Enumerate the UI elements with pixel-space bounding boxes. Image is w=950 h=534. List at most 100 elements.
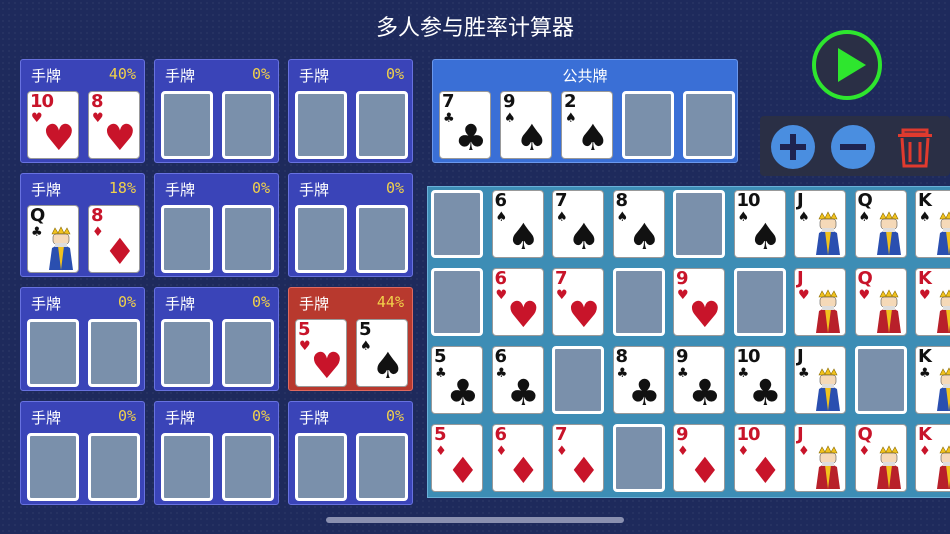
playing-card[interactable]: Q ♣ [27, 205, 79, 273]
face-card-figure-icon [876, 289, 901, 333]
hand-label: 手牌 [165, 295, 196, 313]
empty-card-slot[interactable] [295, 91, 347, 159]
playing-card[interactable]: 8 ♠ ♠ [612, 190, 665, 258]
hand-label: 手牌 [299, 295, 330, 313]
playing-card[interactable]: 9 ♦ ♦ [673, 424, 725, 492]
card-rank: K [918, 346, 932, 367]
play-button[interactable] [812, 30, 882, 100]
playing-card[interactable]: J ♦ [794, 424, 846, 492]
playing-card[interactable]: 5 ♠ ♠ [356, 319, 408, 387]
empty-card-slot[interactable] [27, 433, 79, 501]
empty-card-slot[interactable] [161, 433, 213, 501]
hand-panel[interactable]: 手牌 0% [20, 287, 145, 391]
empty-card-slot[interactable] [622, 91, 674, 159]
empty-card-slot[interactable] [854, 346, 907, 414]
hand-panel[interactable]: 手牌 18% Q ♣ 8 ♦ ♦ [20, 173, 145, 277]
win-percentage: 0% [385, 407, 404, 425]
hand-panel[interactable]: 手牌 0% [288, 173, 413, 277]
plus-icon [771, 125, 815, 169]
playing-card[interactable]: Q ♥ [854, 268, 907, 336]
empty-card-slot[interactable] [356, 91, 408, 159]
empty-card-slot[interactable] [356, 433, 408, 501]
playing-card[interactable]: Q ♦ [854, 424, 907, 492]
playing-card[interactable]: 7 ♣ ♣ [439, 91, 491, 159]
delete-button[interactable] [892, 124, 938, 170]
empty-card-slot[interactable] [356, 205, 408, 273]
diamonds-suit-icon: ♦ [737, 444, 750, 459]
playing-card[interactable]: J ♣ [794, 346, 846, 414]
empty-card-slot[interactable] [733, 268, 786, 336]
playing-card[interactable]: 2 ♠ ♠ [561, 91, 613, 159]
playing-card[interactable]: 9 ♣ ♣ [673, 346, 725, 414]
playing-card[interactable]: Q ♠ [854, 190, 907, 258]
playing-card[interactable]: 9 ♠ ♠ [500, 91, 552, 159]
empty-card-slot[interactable] [222, 205, 274, 273]
playing-card[interactable]: 8 ♣ ♣ [612, 346, 665, 414]
empty-card-slot[interactable] [612, 424, 665, 492]
empty-card-slot[interactable] [161, 91, 213, 159]
playing-card[interactable]: 5 ♣ ♣ [431, 346, 483, 414]
hand-panel[interactable]: 手牌 0% [288, 59, 413, 163]
playing-card[interactable]: K ♥ [915, 268, 950, 336]
hand-panel[interactable]: 手牌 0% [154, 401, 279, 505]
empty-card-slot[interactable] [612, 268, 665, 336]
card-rank: 10 [736, 346, 761, 367]
playing-card[interactable]: 5 ♦ ♦ [431, 424, 483, 492]
hand-panel[interactable]: 手牌 0% [154, 287, 279, 391]
playing-card[interactable]: 6 ♠ ♠ [491, 190, 544, 258]
empty-card-slot[interactable] [431, 190, 483, 258]
hand-panel[interactable]: 手牌 0% [154, 59, 279, 163]
playing-card[interactable]: J ♠ [794, 190, 846, 258]
playing-card[interactable]: 7 ♠ ♠ [552, 190, 604, 258]
empty-card-slot[interactable] [683, 91, 735, 159]
playing-card[interactable]: K ♦ [915, 424, 950, 492]
hand-label: 手牌 [165, 181, 196, 199]
playing-card[interactable]: 6 ♦ ♦ [491, 424, 544, 492]
playing-card[interactable]: 6 ♥ ♥ [491, 268, 544, 336]
playing-card[interactable]: 5 ♥ ♥ [295, 319, 347, 387]
spades-suit-icon: ♠ [360, 339, 372, 354]
card-rank: 10 [30, 91, 54, 112]
empty-card-slot[interactable] [431, 268, 483, 336]
playing-card[interactable]: K ♣ [915, 346, 950, 414]
playing-card[interactable]: 10 ♦ ♦ [733, 424, 786, 492]
empty-card-slot[interactable] [673, 190, 725, 258]
playing-card[interactable]: 10 ♥ ♥ [27, 91, 79, 159]
hand-panel[interactable]: 手牌 0% [20, 401, 145, 505]
playing-card[interactable]: K ♠ [915, 190, 950, 258]
diamonds-suit-large-icon: ♦ [507, 451, 540, 492]
empty-card-slot[interactable] [222, 433, 274, 501]
empty-card-slot[interactable] [161, 205, 213, 273]
hand-panel[interactable]: 手牌 44% 5 ♥ ♥ 5 ♠ ♠ [288, 287, 413, 391]
add-button[interactable] [770, 124, 816, 170]
hand-panel[interactable]: 手牌 0% [288, 401, 413, 505]
win-percentage: 0% [251, 65, 270, 83]
playing-card[interactable]: 9 ♥ ♥ [673, 268, 725, 336]
empty-card-slot[interactable] [222, 91, 274, 159]
empty-card-slot[interactable] [88, 319, 140, 387]
playing-card[interactable]: J ♥ [794, 268, 846, 336]
playing-card[interactable]: 10 ♠ ♠ [733, 190, 786, 258]
face-card-figure-icon [937, 211, 950, 255]
empty-card-slot[interactable] [295, 433, 347, 501]
empty-card-slot[interactable] [27, 319, 79, 387]
card-rank: J [797, 424, 804, 445]
diamonds-suit-icon: ♦ [435, 444, 447, 459]
empty-card-slot[interactable] [295, 205, 347, 273]
hand-panel[interactable]: 手牌 0% [154, 173, 279, 277]
empty-card-slot[interactable] [88, 433, 140, 501]
playing-card[interactable]: 8 ♦ ♦ [88, 205, 140, 273]
empty-card-slot[interactable] [161, 319, 213, 387]
playing-card[interactable]: 7 ♦ ♦ [552, 424, 604, 492]
playing-card[interactable]: 7 ♥ ♥ [552, 268, 604, 336]
empty-card-slot[interactable] [552, 346, 604, 414]
hand-label: 手牌 [31, 295, 62, 313]
hand-label: 手牌 [31, 181, 62, 199]
empty-card-slot[interactable] [222, 319, 274, 387]
hand-panel[interactable]: 手牌 40% 10 ♥ ♥ 8 ♥ ♥ [20, 59, 145, 163]
playing-card[interactable]: 6 ♣ ♣ [491, 346, 544, 414]
spades-suit-large-icon: ♠ [515, 118, 548, 159]
playing-card[interactable]: 10 ♣ ♣ [733, 346, 786, 414]
playing-card[interactable]: 8 ♥ ♥ [88, 91, 140, 159]
remove-button[interactable] [830, 124, 876, 170]
